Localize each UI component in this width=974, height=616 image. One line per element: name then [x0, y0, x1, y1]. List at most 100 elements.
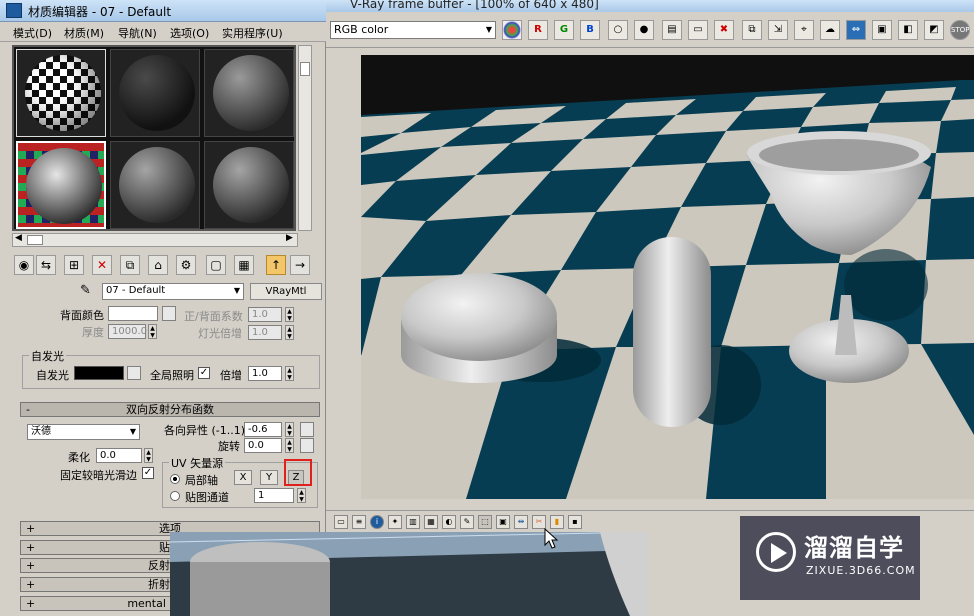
load-image-icon[interactable]: ▭ [688, 20, 708, 40]
multiplier-spinner[interactable]: ▲ ▼ [285, 366, 294, 381]
show-pixel-info-icon[interactable]: ⇔ [846, 20, 866, 40]
back-color-swatch[interactable] [108, 306, 158, 321]
track-mouse-icon[interactable]: ⇲ [768, 20, 788, 40]
sample-slots-horizontal-scrollbar[interactable]: ◀ ▶ [12, 233, 298, 247]
soften-field[interactable]: 0.0 [96, 448, 142, 463]
channel-dropdown[interactable]: RGB color ▼ [330, 21, 496, 39]
info-icon[interactable]: i [370, 515, 384, 529]
history-icon[interactable]: ≡ [352, 515, 366, 529]
map-channel-label: 贴图通道 [185, 491, 229, 504]
menu-navigation[interactable]: 导航(N) [118, 25, 157, 41]
rendered-image[interactable] [361, 55, 974, 499]
sample-slot-2[interactable] [110, 49, 200, 137]
anisotropy-spinner[interactable]: ▲ ▼ [285, 422, 294, 437]
show-corrections-icon[interactable]: ▣ [872, 20, 892, 40]
material-editor-titlebar[interactable]: 材质编辑器 - 07 - Default [0, 0, 326, 22]
sample-slot-4-active[interactable] [16, 141, 106, 229]
axis-x-button[interactable]: X [234, 470, 252, 485]
front-back-coef-spinner[interactable]: ▲ ▼ [285, 307, 294, 322]
rotation-map-button[interactable] [300, 438, 314, 453]
map-channel-radio[interactable] [170, 491, 180, 501]
menu-mode[interactable]: 模式(D) [13, 25, 52, 41]
show-end-result-icon[interactable]: ▦ [234, 255, 254, 275]
menu-utilities[interactable]: 实用程序(U) [222, 25, 283, 41]
sample-slot-5[interactable] [110, 141, 200, 229]
go-forward-sibling-icon[interactable]: → [290, 255, 310, 275]
sample-slot-3[interactable] [204, 49, 294, 137]
put-to-library-icon[interactable]: ⌂ [148, 255, 168, 275]
multiplier-field[interactable]: 1.0 [248, 366, 282, 381]
curves-icon[interactable]: ◩ [924, 20, 944, 40]
levels-icon[interactable]: ◧ [898, 20, 918, 40]
alpha-white-icon[interactable]: ○ [608, 20, 628, 40]
make-unique-icon[interactable]: ⧉ [120, 255, 140, 275]
assign-material-icon[interactable]: ⊞ [64, 255, 84, 275]
eyedropper-icon[interactable]: ✎ [80, 283, 91, 298]
brdf-type-dropdown[interactable]: 沃德 ▼ [27, 424, 140, 440]
go-to-parent-icon[interactable]: ↑ [266, 255, 286, 275]
material-type-button[interactable]: VRayMtl [250, 283, 322, 300]
menu-material[interactable]: 材质(M) [64, 25, 104, 41]
sample-slot-6[interactable] [204, 141, 294, 229]
lut-icon[interactable]: ▦ [424, 515, 438, 529]
rotation-spinner[interactable]: ▲ ▼ [285, 438, 294, 453]
gi-checkbox[interactable]: ✓ [198, 367, 210, 379]
scrollbar-thumb[interactable] [300, 62, 310, 76]
blue-channel-icon[interactable]: B [580, 20, 600, 40]
green-channel-icon[interactable]: G [554, 20, 574, 40]
map-channel-field[interactable]: 1 [254, 488, 294, 503]
red-channel-icon[interactable]: R [528, 20, 548, 40]
sample-slot-1[interactable] [16, 49, 106, 137]
region-render-icon[interactable]: ⌖ [794, 20, 814, 40]
self-illumination-map-button[interactable] [127, 366, 141, 380]
scrollbar-thumb[interactable] [27, 235, 43, 245]
soften-spinner[interactable]: ▲ ▼ [144, 448, 153, 463]
clear-image-icon[interactable]: ✖ [714, 20, 734, 40]
anisotropy-field[interactable]: -0.6 [244, 422, 282, 437]
menu-options[interactable]: 选项(O) [170, 25, 209, 41]
reset-map-icon[interactable]: ✕ [92, 255, 112, 275]
material-name-field[interactable]: 07 - Default ▼ [102, 283, 244, 300]
chevron-down-icon: ▼ [485, 25, 492, 34]
front-back-coef-field[interactable]: 1.0 [248, 307, 282, 322]
lens-effects-icon[interactable]: ✦ [388, 515, 402, 529]
chevron-down-icon: ▼ [233, 286, 240, 295]
self-illumination-color-swatch[interactable] [74, 366, 124, 380]
thickness-field[interactable]: 1000.0 [108, 324, 147, 339]
duplicate-to-mfb-icon[interactable]: ⧉ [742, 20, 762, 40]
sample-slots-vertical-scrollbar[interactable] [298, 45, 312, 231]
light-mult-field[interactable]: 1.0 [248, 325, 282, 340]
monochrome-icon[interactable]: ● [634, 20, 654, 40]
color-balance-icon[interactable]: ▥ [406, 515, 420, 529]
brdf-rollout-header[interactable]: - 双向反射分布函数 [20, 402, 320, 417]
status-toggle-icon[interactable]: ▭ [334, 515, 348, 529]
thickness-spinner[interactable]: ▲ ▼ [148, 324, 157, 339]
put-to-scene-icon[interactable]: ⇆ [36, 255, 56, 275]
frame-buffer-titlebar[interactable]: V-Ray frame buffer - [100% of 640 x 480] [326, 0, 974, 12]
brush-icon[interactable]: ✎ [460, 515, 474, 529]
fix-dark-edges-checkbox[interactable]: ✓ [142, 467, 154, 479]
map-channel-spinner[interactable]: ▲ ▼ [297, 488, 306, 503]
scroll-left-arrow-icon[interactable]: ◀ [15, 233, 22, 243]
anisotropy-map-button[interactable] [300, 422, 314, 437]
stop-render-icon[interactable]: STOP [950, 20, 970, 40]
screen-icon[interactable]: ▣ [496, 515, 510, 529]
get-material-icon[interactable]: ◉ [14, 255, 34, 275]
compare-v-icon[interactable]: ✂ [532, 515, 546, 529]
save-image-icon[interactable]: ▤ [662, 20, 682, 40]
material-id-icon[interactable]: ⚙ [176, 255, 196, 275]
ab-compare-icon[interactable]: ▮ [550, 515, 564, 529]
show-map-icon[interactable]: ▢ [206, 255, 226, 275]
rotation-field[interactable]: 0.0 [244, 438, 282, 453]
scroll-right-arrow-icon[interactable]: ▶ [286, 233, 293, 243]
settings-icon[interactable]: ▪ [568, 515, 582, 529]
region-icon[interactable]: ⬚ [478, 515, 492, 529]
exposure-icon[interactable]: ◐ [442, 515, 456, 529]
compare-h-icon[interactable]: ⇹ [514, 515, 528, 529]
color-wheel-icon[interactable] [502, 20, 522, 40]
local-axis-radio[interactable] [170, 474, 180, 484]
link-to-viewport-icon[interactable]: ☁ [820, 20, 840, 40]
axis-y-button[interactable]: Y [260, 470, 278, 485]
light-mult-spinner[interactable]: ▲ ▼ [285, 325, 294, 340]
back-color-map-button[interactable] [162, 306, 176, 321]
